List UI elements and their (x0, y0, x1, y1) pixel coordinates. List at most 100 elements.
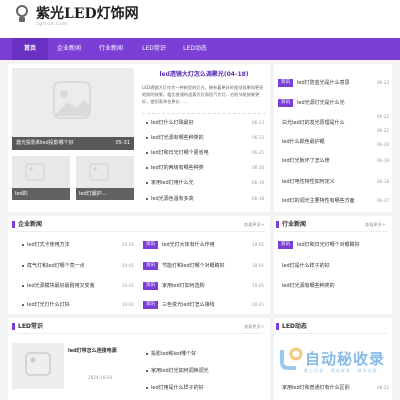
list-item[interactable]: led灯什么灯珠最好 (146, 118, 194, 128)
list-item[interactable]: led光源色温有多高 (146, 194, 194, 204)
site-header: 紫光LED灯饰网 zgtlcd.com (0, 0, 400, 38)
featured-description: LED透镜大灯作为一种新型的灯光，拥有着更好的视觉效果和更亮的照明效果。相比普通… (142, 85, 264, 104)
tag-badge: 资讯 (278, 78, 293, 87)
list-item-date: 06-22 (252, 135, 265, 140)
list-item[interactable]: led灯光板坏了怎么修 (282, 156, 330, 166)
list-item[interactable]: led灯光源有哪些种类的 (282, 281, 335, 291)
bullet-icon (146, 197, 148, 200)
list-item-date: 06-20 (252, 165, 265, 170)
watermark: 自动秘收录 数上目录 · 网站收录 · 数字站群 (270, 340, 390, 380)
led-common-thumb-title[interactable]: led灯带怎么连接电源 (68, 346, 117, 356)
list-item[interactable]: led什么颜色最护眼 (282, 137, 325, 147)
thumb-caption: led的 (12, 188, 70, 200)
slider-date: 05-31 (115, 140, 130, 146)
list-item[interactable]: 资讯 节能灯和led灯哪个对眼睛好 (143, 261, 225, 271)
list-item[interactable]: 资讯 家用led灯如何选购 (143, 281, 205, 291)
main-nav: 首页 企业新闻 行业新闻 LED常识 LED动态 (0, 38, 400, 60)
slider-caption[interactable]: 激光投影和led投影哪个好 05-31 (12, 137, 134, 150)
placeholder-image-icon (89, 163, 109, 181)
bullet-icon (146, 151, 148, 154)
list-item[interactable]: 氙气灯和led灯哪个亮一点 (22, 261, 85, 271)
nav-item-enterprise[interactable]: 企业新闻 (52, 38, 86, 60)
site-logo[interactable]: 紫光LED灯饰网 (12, 4, 139, 24)
list-item-date: 06-19 (252, 180, 265, 185)
more-link[interactable]: 查看更多> (244, 218, 264, 232)
list-item-date: 06-22 (377, 114, 390, 119)
bullet-icon (146, 369, 148, 372)
thumb-card[interactable]: led的 (12, 156, 70, 200)
slider-caption-text: 激光投影和led投影哪个好 (16, 140, 74, 146)
list-item[interactable]: led灯和日光灯哪个更省电 (146, 148, 209, 158)
tag-badge: 资讯 (143, 281, 158, 290)
thumb-caption: led灯最护... (76, 188, 134, 200)
section-header-led-dynamic: LED动态 (276, 320, 388, 334)
list-item-date: 08-21 (377, 385, 390, 390)
list-item[interactable]: 家用led灯光如何调换调光 (146, 366, 209, 376)
watermark-text: 自动秘收录 (305, 350, 386, 368)
bullet-icon (146, 166, 148, 169)
list-item[interactable]: 资讯 led灯和日光灯哪个对眼睛好 (278, 240, 360, 250)
logo-subtitle: zgtlcd.com (36, 21, 68, 26)
list-item[interactable]: 投影led和led哪个好 (146, 349, 196, 359)
list-item-date: 10-01 (252, 302, 265, 307)
featured-title[interactable]: led透镜大灯怎么调聚光(04-18) (142, 69, 266, 78)
list-item-date: 10-01 (122, 302, 135, 307)
list-item[interactable]: led灯式卡使用方法 (22, 240, 70, 250)
list-item-date: 06-18 (252, 196, 265, 201)
accent-bar (12, 323, 15, 330)
list-item[interactable]: 资讯 led灯防蓝光是什么意思 (278, 78, 350, 88)
list-item[interactable]: led光源模块最好最耐用又安装 (22, 281, 95, 291)
list-item[interactable]: led灯电性特性如何定义 (282, 177, 335, 187)
led-common-thumb-date: 2024-10-03 (88, 375, 113, 380)
bullet-icon (22, 284, 24, 287)
list-item[interactable]: 白光led灯的发光原理是什么 (282, 118, 345, 128)
more-link[interactable]: 查看更多> (365, 218, 385, 232)
nav-item-industry[interactable]: 行业新闻 (94, 38, 128, 60)
list-item-date: 06-17 (377, 198, 390, 203)
list-item[interactable]: led灯的调光主要特性有哪些方面 (282, 196, 355, 206)
list-item-date: 06-18 (377, 179, 390, 184)
list-item-date: 06-19 (377, 158, 390, 163)
bullet-icon (146, 136, 148, 139)
tag-badge: 资讯 (143, 240, 158, 249)
list-item-date: 06-23 (377, 80, 390, 85)
tag-badge: 资讯 (278, 98, 293, 107)
placeholder-image-icon (25, 352, 51, 376)
list-item-date: 10-01 (122, 263, 135, 268)
more-link[interactable]: 查看更多> (244, 320, 264, 334)
list-item[interactable]: led灯是什么样子的好 (282, 261, 330, 271)
bullet-icon (22, 264, 24, 267)
tag-badge: 资讯 (143, 261, 158, 270)
image-slider[interactable]: 激光投影和led投影哪个好 05-31 (12, 68, 134, 150)
nav-item-led-common[interactable]: LED常识 (137, 38, 171, 60)
bullet-icon (146, 352, 148, 355)
nav-item-home[interactable]: 首页 (12, 38, 48, 60)
list-item[interactable]: 家用led灯和普通灯有什么区别 (282, 383, 350, 393)
list-item[interactable]: led灯光灯什么灯好 (22, 300, 70, 310)
list-item[interactable]: led灯光源有哪些种类的 (146, 133, 204, 143)
nav-item-led-dynamic[interactable]: LED动态 (178, 38, 212, 60)
list-item[interactable]: 资讯 led光灯大体有什么作用 (143, 240, 215, 250)
list-item-date: 10-01 (252, 242, 265, 247)
thumb-card[interactable]: led灯最护... (76, 156, 134, 200)
list-item[interactable]: 资讯 led光源灯光是什么光 (278, 98, 345, 108)
list-item[interactable]: 资讯 三色变光led灯怎么接线 (143, 300, 215, 310)
bulb-icon (12, 4, 32, 24)
watermark-logo-icon (280, 347, 303, 370)
section-header-enterprise: 企业新闻 (12, 218, 266, 232)
placeholder-image-icon (53, 81, 91, 119)
bullet-icon (146, 181, 148, 184)
list-item[interactable]: led灯的两级有哪些种类 (146, 163, 204, 173)
list-item-date: 06-20 (377, 142, 390, 147)
bullet-icon (22, 243, 24, 246)
list-item-date: 06-23 (252, 120, 265, 125)
list-item[interactable]: 家用led灯用什么光 (146, 178, 194, 188)
divider (142, 113, 266, 114)
list-item-date: 06-21 (252, 150, 265, 155)
tag-badge: 资讯 (143, 300, 158, 309)
list-item-date: 10-01 (122, 283, 135, 288)
led-common-thumb[interactable] (12, 343, 64, 389)
section-header-led-common: LED常识 (12, 320, 266, 334)
list-item[interactable]: led灯用是什么样子的好 (146, 383, 204, 393)
list-item-date: 10-01 (252, 263, 265, 268)
